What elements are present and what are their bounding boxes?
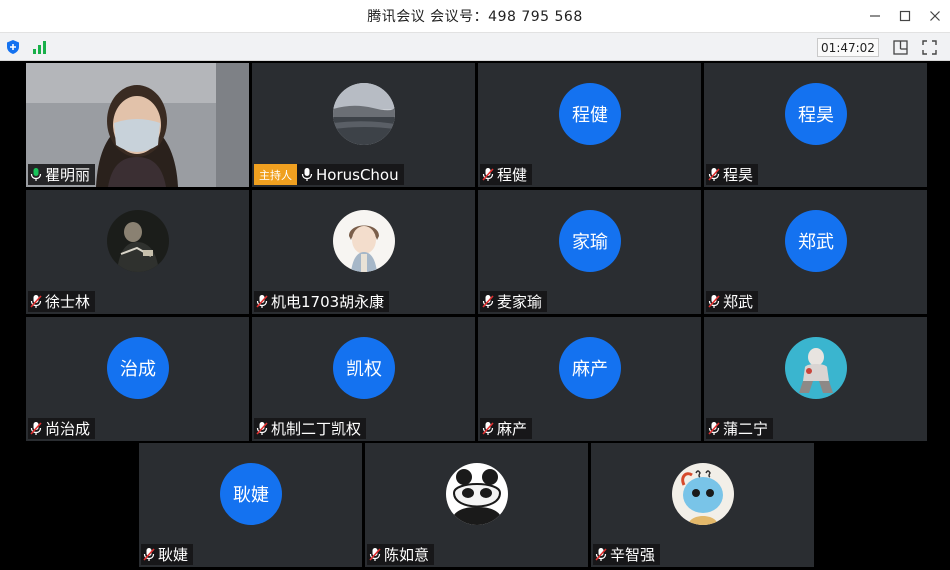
close-icon xyxy=(930,11,940,21)
participant-name: 机制二丁凯权 xyxy=(271,420,362,438)
participant-nameplate: 辛智强 xyxy=(593,544,661,565)
avatar xyxy=(107,210,169,272)
meeting-toolbar: 01:47:02 xyxy=(0,32,950,61)
participant-tile-host[interactable]: 主持人 HorusChou xyxy=(252,63,475,187)
participant-nameplate: 机电1703胡永康 xyxy=(254,291,390,312)
participant-nameplate: 陈如意 xyxy=(367,544,435,565)
participant-nameplate: 程健 xyxy=(480,164,533,185)
microphone-icon xyxy=(301,168,313,181)
window-title: 腾讯会议 会议号：498 795 568 xyxy=(367,9,583,25)
photo-avatar-image xyxy=(107,210,169,272)
microphone-on-icon xyxy=(30,168,42,181)
participant-tile[interactable]: 郑武 郑武 xyxy=(704,190,927,314)
avatar: 家瑜 xyxy=(559,210,621,272)
participant-tile[interactable]: 耿婕 耿婕 xyxy=(139,443,362,567)
microphone-muted-icon xyxy=(369,548,381,561)
avatar: 治成 xyxy=(107,337,169,399)
participant-nameplate: 机制二丁凯权 xyxy=(254,418,367,439)
participant-name: 程健 xyxy=(497,166,528,184)
microphone-muted-icon xyxy=(482,295,494,308)
participant-name: 瞿明丽 xyxy=(45,166,91,184)
participant-name: 陈如意 xyxy=(384,546,430,564)
shield-icon[interactable] xyxy=(5,39,21,55)
participant-tile[interactable]: 机电1703胡永康 xyxy=(252,190,475,314)
host-badge: 主持人 xyxy=(254,164,297,185)
participant-nameplate: 徐士林 xyxy=(28,291,96,312)
participant-name: 尚治成 xyxy=(45,420,91,438)
avatar xyxy=(333,83,395,145)
participant-tile[interactable]: 凯权 机制二丁凯权 xyxy=(252,317,475,441)
participant-nameplate: 蒲二宁 xyxy=(706,418,774,439)
participant-tile[interactable]: 辛智强 xyxy=(591,443,814,567)
window-controls xyxy=(860,0,950,32)
microphone-muted-icon xyxy=(30,295,42,308)
participant-name: 郑武 xyxy=(723,293,754,311)
participant-nameplate: 麻产 xyxy=(480,418,533,439)
participant-tile[interactable]: 蒲二宁 xyxy=(704,317,927,441)
participant-name: 机电1703胡永康 xyxy=(271,293,385,311)
participant-tile-video[interactable]: 瞿明丽 xyxy=(26,63,249,187)
microphone-muted-icon xyxy=(482,168,494,181)
participant-nameplate: 尚治成 xyxy=(28,418,96,439)
participant-name: 麦家瑜 xyxy=(497,293,543,311)
microphone-muted-icon xyxy=(256,422,268,435)
participant-name: 程昊 xyxy=(723,166,754,184)
participant-tile[interactable]: 麻产 麻产 xyxy=(478,317,701,441)
maximize-button[interactable] xyxy=(890,0,920,32)
signal-icon[interactable] xyxy=(32,40,48,54)
participant-name: HorusChou xyxy=(316,165,399,184)
participant-name: 麻产 xyxy=(497,420,528,438)
landscape-avatar-image xyxy=(333,83,395,145)
maximize-icon xyxy=(899,10,911,22)
participant-name: 耿婕 xyxy=(158,546,189,564)
participant-nameplate: 耿婕 xyxy=(141,544,194,565)
avatar: 郑武 xyxy=(785,210,847,272)
participant-nameplate: 程昊 xyxy=(706,164,759,185)
avatar: 程昊 xyxy=(785,83,847,145)
participant-name: 辛智强 xyxy=(610,546,656,564)
avatar: 凯权 xyxy=(333,337,395,399)
participant-tile[interactable]: 程昊 程昊 xyxy=(704,63,927,187)
microphone-muted-icon xyxy=(30,422,42,435)
cartoon-avatar-image xyxy=(785,337,847,399)
microphone-muted-icon xyxy=(143,548,155,561)
microphone-muted-icon xyxy=(708,422,720,435)
panda-avatar-image xyxy=(446,463,508,525)
participant-name: 徐士林 xyxy=(45,293,91,311)
avatar: 程健 xyxy=(559,83,621,145)
microphone-muted-icon xyxy=(708,295,720,308)
microphone-muted-icon xyxy=(482,422,494,435)
minimize-icon xyxy=(870,15,880,17)
participant-tile[interactable]: 治成 尚治成 xyxy=(26,317,249,441)
participant-nameplate: 瞿明丽 xyxy=(28,164,96,185)
participant-tile[interactable]: 程健 程健 xyxy=(478,63,701,187)
squirtle-avatar-image xyxy=(672,463,734,525)
participant-tile[interactable]: 家瑜 麦家瑜 xyxy=(478,190,701,314)
participant-name: 蒲二宁 xyxy=(723,420,769,438)
avatar: 耿婕 xyxy=(220,463,282,525)
close-button[interactable] xyxy=(920,0,950,32)
layout-icon[interactable] xyxy=(893,40,908,55)
participant-nameplate: 郑武 xyxy=(706,291,759,312)
meeting-timer: 01:47:02 xyxy=(817,38,879,57)
avatar: 麻产 xyxy=(559,337,621,399)
microphone-muted-icon xyxy=(595,548,607,561)
fullscreen-icon[interactable] xyxy=(922,40,937,55)
avatar xyxy=(333,210,395,272)
avatar xyxy=(446,463,508,525)
anime-avatar-image xyxy=(333,210,395,272)
participant-tile[interactable]: 徐士林 xyxy=(26,190,249,314)
avatar xyxy=(785,337,847,399)
participant-nameplate: 麦家瑜 xyxy=(480,291,548,312)
title-bar: 腾讯会议 会议号：498 795 568 xyxy=(0,0,950,32)
avatar xyxy=(672,463,734,525)
microphone-muted-icon xyxy=(708,168,720,181)
participant-tile[interactable]: 陈如意 xyxy=(365,443,588,567)
participant-nameplate: 主持人 HorusChou xyxy=(254,164,404,185)
microphone-muted-icon xyxy=(256,295,268,308)
minimize-button[interactable] xyxy=(860,0,890,32)
